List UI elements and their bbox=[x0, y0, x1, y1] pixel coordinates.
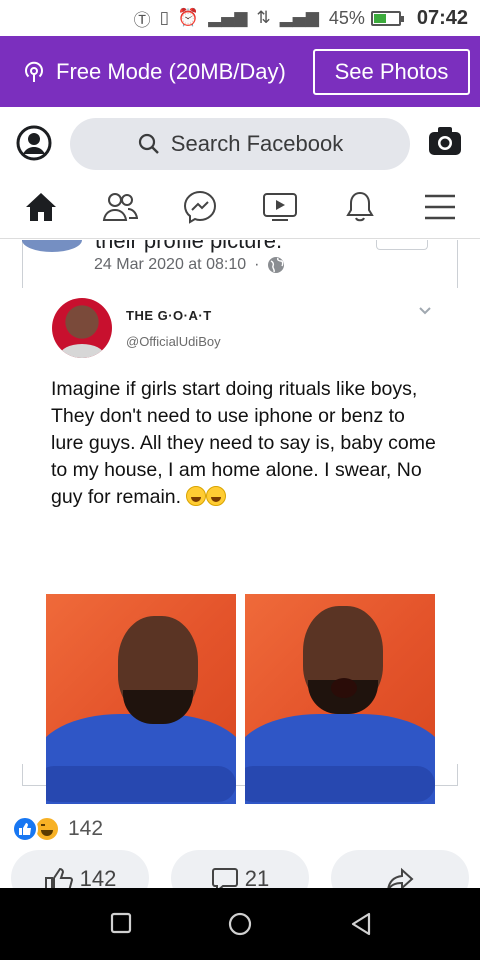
tweet-text: Imagine if girls start doing rituals lik… bbox=[51, 376, 441, 511]
status-bar: Ⓣ ▯ ⏰ ▂▄▆ ⇅ ▂▄▆ 45% 07:42 bbox=[0, 0, 480, 36]
like-button[interactable]: 142 bbox=[11, 850, 149, 890]
battery-percent: 45% bbox=[328, 7, 365, 28]
search-icon bbox=[137, 132, 161, 156]
like-reaction-icon bbox=[12, 816, 38, 842]
nav-messenger[interactable] bbox=[180, 190, 220, 229]
broadcast-icon bbox=[22, 60, 46, 84]
meme-image-right bbox=[245, 594, 435, 804]
nav-menu[interactable] bbox=[420, 191, 460, 227]
notifications-icon bbox=[345, 190, 375, 229]
back-icon[interactable] bbox=[350, 912, 372, 941]
meme-image-left bbox=[46, 594, 236, 804]
see-photos-button[interactable]: See Photos bbox=[313, 49, 470, 95]
post-date: 24 Mar 2020 at 08:10 bbox=[94, 256, 247, 273]
top-nav-bar bbox=[0, 183, 480, 239]
search-input[interactable]: Search Facebook bbox=[70, 118, 410, 170]
tweet-body: Imagine if girls start doing rituals lik… bbox=[51, 378, 436, 508]
search-placeholder: Search Facebook bbox=[170, 131, 344, 156]
chevron-down-icon bbox=[418, 306, 432, 316]
search-row: Search Facebook bbox=[0, 107, 480, 183]
data-arrows-icon: ⇅ bbox=[256, 8, 271, 28]
free-mode-banner: Free Mode (20MB/Day) See Photos bbox=[0, 36, 480, 107]
like-count: 142 bbox=[79, 866, 117, 890]
clock: 07:42 bbox=[416, 6, 468, 29]
comment-icon bbox=[211, 866, 239, 890]
alarm-icon: ⏰ bbox=[177, 8, 200, 28]
home-icon bbox=[24, 191, 58, 228]
thumbs-up-icon bbox=[44, 866, 74, 890]
tweet-author-handle: @OfficialUdiBoy bbox=[126, 334, 221, 349]
meta-dot: · bbox=[254, 256, 260, 273]
free-mode-text: Free Mode (20MB/Day) bbox=[56, 58, 286, 84]
tweet-image[interactable]: THE G·O·A·T @OfficialUdiBoy Imagine if g… bbox=[0, 288, 480, 804]
friends-icon bbox=[102, 191, 139, 228]
tears-of-joy-icon bbox=[186, 486, 207, 506]
camera-icon[interactable] bbox=[428, 126, 462, 161]
tweet-author-name: THE G·O·A·T bbox=[126, 308, 212, 323]
battery-icon bbox=[370, 10, 404, 26]
share-icon bbox=[385, 866, 415, 890]
shared-post-title: their profile picture. bbox=[95, 240, 283, 253]
nav-home[interactable] bbox=[21, 191, 61, 227]
menu-icon bbox=[424, 194, 456, 225]
nav-notifications[interactable] bbox=[340, 191, 380, 227]
share-button[interactable] bbox=[331, 850, 469, 890]
globe-icon bbox=[267, 256, 285, 274]
nav-friends[interactable] bbox=[100, 191, 140, 227]
tears-of-joy-icon bbox=[206, 486, 227, 506]
reaction-count: 142 bbox=[68, 817, 104, 840]
post-meta: 24 Mar 2020 at 08:10 · bbox=[94, 256, 285, 274]
watch-icon bbox=[262, 192, 298, 227]
feed: their profile picture. 24 Mar 2020 at 08… bbox=[0, 240, 480, 890]
messenger-icon bbox=[183, 190, 217, 229]
profile-avatar-icon[interactable] bbox=[16, 125, 52, 161]
recent-apps-icon[interactable] bbox=[110, 912, 132, 939]
reaction-summary[interactable]: 142 bbox=[12, 816, 103, 842]
comment-count: 21 bbox=[244, 866, 270, 890]
home-button-icon[interactable] bbox=[228, 912, 252, 941]
comment-button[interactable]: 21 bbox=[171, 850, 309, 890]
shared-post-action-box[interactable] bbox=[376, 240, 428, 250]
vibrate-icon: ▯ bbox=[159, 8, 169, 28]
signal-icon: ▂▄▆ bbox=[208, 8, 248, 28]
nfc-icon: Ⓣ bbox=[133, 10, 151, 31]
nav-watch[interactable] bbox=[260, 191, 300, 227]
signal-h-plus-icon: ▂▄▆ bbox=[279, 8, 319, 28]
tweet-avatar bbox=[52, 298, 112, 358]
android-nav-bar bbox=[0, 888, 480, 960]
